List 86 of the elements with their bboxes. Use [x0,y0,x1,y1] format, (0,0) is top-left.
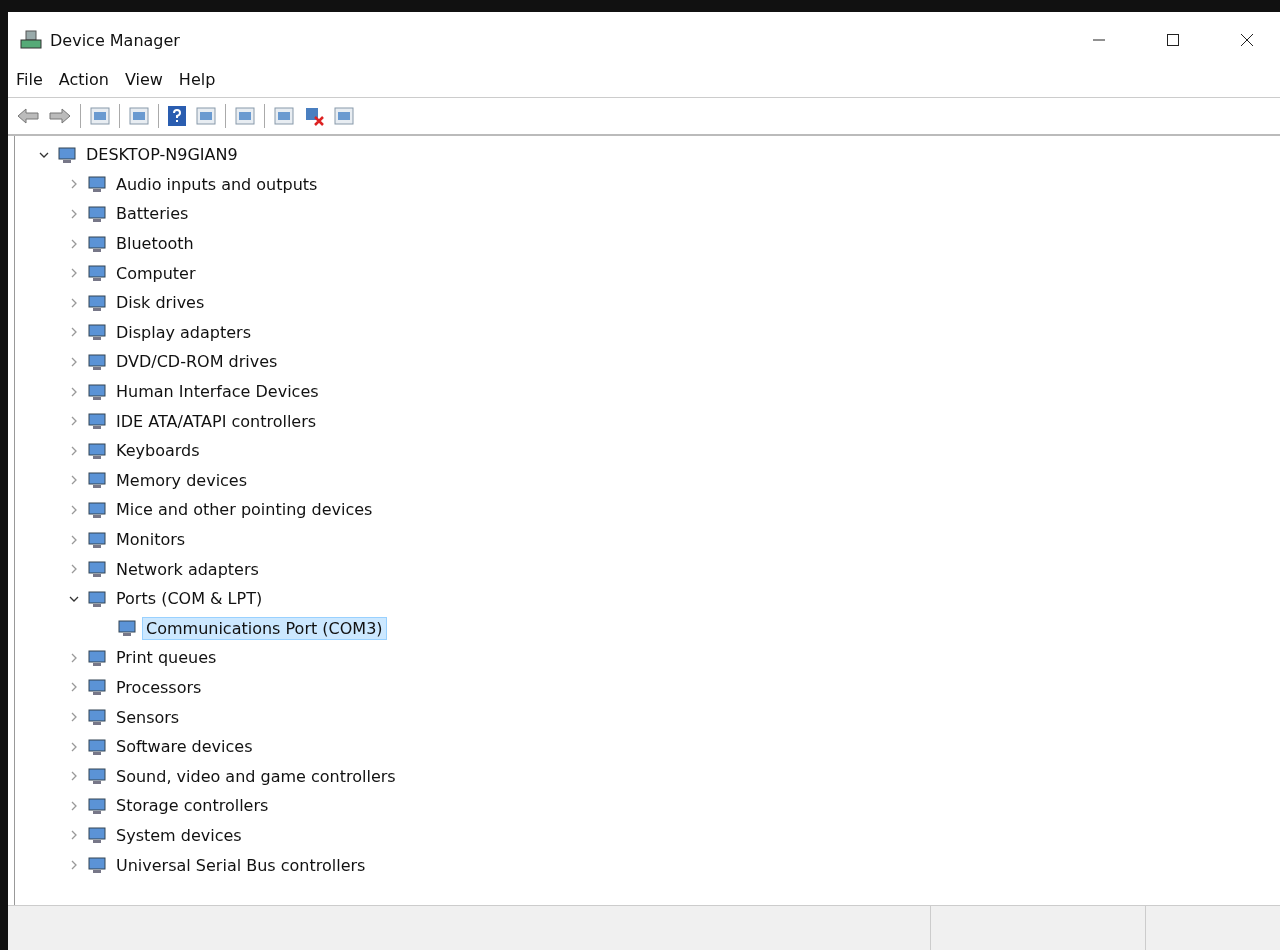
forward-icon[interactable] [48,107,72,125]
expand-chevron-icon[interactable] [69,179,79,190]
device-icon [87,293,107,312]
tree-item[interactable]: Mice and other pointing devices [113,499,376,521]
tree-item[interactable]: Batteries [113,203,192,225]
tree-item[interactable]: Universal Serial Bus controllers [113,854,369,876]
menu-item[interactable]: File [16,70,43,89]
tree-item[interactable]: Network adapters [113,558,262,580]
menu-item[interactable]: View [124,70,163,89]
device-icon [87,352,107,371]
tree-item[interactable]: Keyboards [113,440,203,462]
tree-item[interactable]: Computer [113,262,199,284]
window-pane-icon[interactable] [195,105,217,127]
expand-chevron-icon[interactable] [69,209,79,219]
close-icon[interactable] [1240,33,1254,47]
maximize-icon[interactable] [1166,33,1180,47]
expand-chevron-icon[interactable] [69,297,79,308]
tree-item[interactable]: Processors [113,677,205,698]
tree-item[interactable]: Display adapters [113,321,254,343]
computer-icon [20,30,42,50]
device-icon [117,619,137,638]
device-icon [87,560,107,579]
device-icon [87,323,107,342]
tree-item[interactable]: Storage controllers [113,795,272,817]
tree-item[interactable]: Bluetooth [113,233,197,255]
expand-chevron-icon[interactable] [69,564,79,575]
device-icon [87,589,107,608]
tree-item[interactable]: DVD/CD-ROM drives [113,351,281,373]
window-pane-icon[interactable] [89,105,111,127]
expand-chevron-icon[interactable] [69,268,79,279]
expand-chevron-icon[interactable] [69,682,79,693]
expand-chevron-icon[interactable] [69,416,79,427]
device-icon [87,708,107,727]
tree-item[interactable]: Communications Port (COM3) [143,617,386,639]
device-icon [87,441,107,460]
device-icon [87,234,107,253]
tree-item[interactable]: Software devices [113,736,256,758]
expand-chevron-icon[interactable] [69,800,79,811]
device-icon [87,737,107,756]
device-icon [87,826,107,845]
help-icon[interactable] [167,105,187,127]
device-icon [87,678,107,697]
device-icon [87,382,107,401]
expand-chevron-icon[interactable] [69,712,79,723]
back-icon[interactable] [16,107,40,125]
expand-chevron-icon[interactable] [69,830,79,841]
device-icon [87,648,107,667]
expand-chevron-icon[interactable] [69,356,79,367]
tree-item[interactable]: Human Interface Devices [113,381,322,403]
device-icon [87,500,107,519]
tree-item[interactable]: Audio inputs and outputs [113,173,321,195]
device-icon [87,205,107,223]
disable-device-icon[interactable] [303,105,325,127]
menu-item[interactable]: Help [178,70,216,89]
expand-chevron-icon[interactable] [69,741,79,752]
expand-chevron-icon[interactable] [69,860,79,871]
device-icon [87,471,107,490]
device-icon [87,767,107,786]
device-icon [87,530,107,549]
window-title: Device Manager [50,30,180,50]
tree-item[interactable]: Memory devices [113,469,251,491]
tree-item[interactable]: IDE ATA/ATAPI controllers [113,410,320,432]
device-icon [87,412,107,431]
menu-item[interactable]: Action [58,70,109,89]
expand-chevron-icon[interactable] [69,475,79,486]
tree-item[interactable]: Disk drives [113,292,208,314]
device-icon [57,145,77,164]
expand-chevron-icon[interactable] [69,504,79,515]
tree-item[interactable]: Ports (COM & LPT) [113,588,266,610]
device-icon [87,175,107,194]
tree-item[interactable]: DESKTOP-N9GIAN9 [83,144,241,166]
device-icon [87,264,107,283]
device-icon [87,796,107,815]
tree-item[interactable]: Sound, video and game controllers [113,765,399,787]
tree-item[interactable]: Sensors [113,706,183,728]
expand-chevron-icon[interactable] [69,445,79,456]
expand-chevron-icon[interactable] [69,534,79,545]
tree-item[interactable]: Monitors [113,529,189,550]
tree-item[interactable]: System devices [113,824,245,846]
expand-chevron-icon[interactable] [69,652,79,663]
expand-chevron-icon[interactable] [69,327,79,338]
expand-chevron-icon[interactable] [69,238,79,249]
expand-chevron-icon[interactable] [69,771,79,782]
expand-chevron-icon[interactable] [69,386,79,397]
device-icon [87,856,107,875]
tree-item[interactable]: Print queues [113,647,220,669]
